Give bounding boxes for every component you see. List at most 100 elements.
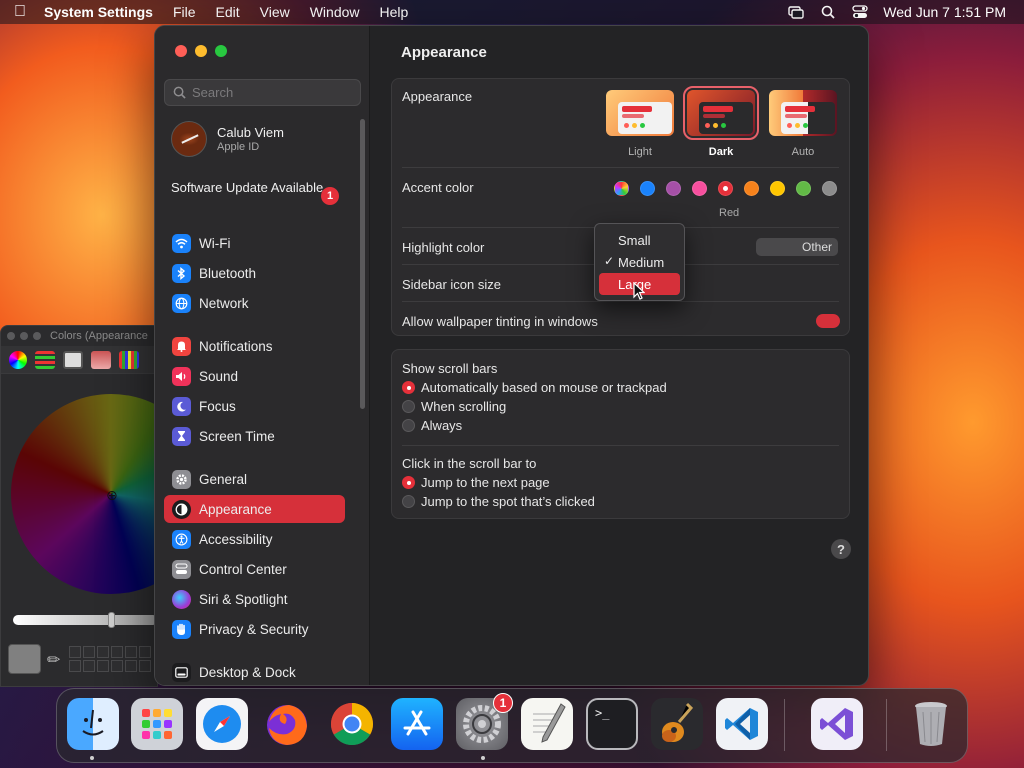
zoom-button[interactable] (33, 332, 41, 340)
minimize-button[interactable] (20, 332, 28, 340)
sidebar-item-screen-time[interactable]: Screen Time (164, 422, 345, 450)
visual-studio-icon[interactable] (811, 698, 863, 750)
theme-light[interactable]: Light (606, 90, 674, 158)
accent-pink-swatch[interactable] (692, 181, 707, 196)
radio-button[interactable] (402, 381, 415, 394)
page-title: Appearance (401, 44, 487, 61)
minimize-button[interactable] (195, 45, 207, 57)
sidebar-item-control-center[interactable]: Control Center (164, 555, 345, 583)
radio-scroll-automatic[interactable]: Automatically based on mouse or trackpad (402, 380, 667, 395)
radio-scroll-always[interactable]: Always (402, 418, 462, 433)
radio-jump-spot-clicked[interactable]: Jump to the spot that’s clicked (402, 494, 595, 509)
software-update-item[interactable]: Software Update Available (171, 180, 341, 196)
avatar (171, 121, 207, 157)
current-color-swatch[interactable] (8, 644, 41, 674)
close-button[interactable] (175, 45, 187, 57)
sidebar-item-wifi[interactable]: Wi-Fi (164, 229, 345, 257)
sidebar-item-sound[interactable]: Sound (164, 362, 345, 390)
sidebar-item-notifications[interactable]: Notifications (164, 332, 345, 360)
help-button[interactable]: ? (831, 539, 851, 559)
menu-window[interactable]: Window (300, 4, 370, 20)
sidebar-item-label: Accessibility (199, 531, 273, 547)
sidebar-item-focus[interactable]: Focus (164, 392, 345, 420)
accent-green-swatch[interactable] (796, 181, 811, 196)
wallpaper-tinting-toggle[interactable] (816, 314, 840, 328)
sidebar-item-label: Sound (199, 368, 239, 384)
garageband-icon[interactable] (651, 698, 703, 750)
app-store-icon[interactable] (391, 698, 443, 750)
search-input[interactable] (192, 85, 352, 100)
pencils-tab-icon[interactable] (119, 350, 139, 369)
brightness-slider[interactable] (13, 615, 158, 625)
apple-menu-icon[interactable]:  (0, 3, 40, 21)
spotlight-search-icon[interactable] (819, 5, 837, 19)
close-button[interactable] (7, 332, 15, 340)
vscode-icon[interactable] (716, 698, 768, 750)
settings-badge: 1 (493, 693, 513, 713)
menu-help[interactable]: Help (370, 4, 419, 20)
sidebar-item-label: Focus (199, 398, 236, 414)
sidebar-item-bluetooth[interactable]: Bluetooth (164, 259, 345, 287)
accent-purple-swatch[interactable] (666, 181, 681, 196)
theme-auto[interactable]: Auto (769, 90, 837, 158)
menu-option-small[interactable]: Small (599, 229, 680, 251)
safari-icon[interactable] (196, 698, 248, 750)
screen-mirroring-icon[interactable] (787, 5, 805, 19)
sidebar-item-siri-spotlight[interactable]: Siri & Spotlight (164, 585, 345, 613)
sidebar-item-label: Privacy & Security (199, 621, 309, 637)
chrome-icon[interactable] (326, 698, 378, 750)
brightness-slider-knob[interactable] (108, 612, 115, 628)
sidebar-item-network[interactable]: Network (164, 289, 345, 317)
siri-icon (172, 589, 191, 609)
accent-orange-swatch[interactable] (744, 181, 759, 196)
apple-id-account[interactable]: Calub Viem Apple ID (171, 121, 284, 157)
launchpad-icon[interactable] (131, 698, 183, 750)
radio-scroll-when-scrolling[interactable]: When scrolling (402, 399, 506, 414)
sidebar-scrollbar[interactable] (360, 119, 365, 409)
update-badge: 1 (321, 187, 339, 205)
radio-button[interactable] (402, 419, 415, 432)
sidebar-item-appearance[interactable]: Appearance (164, 495, 345, 523)
search-field[interactable] (164, 79, 361, 106)
color-swatch-grid[interactable] (69, 646, 151, 672)
sliders-tab-icon[interactable] (35, 350, 55, 369)
appearance-icon (172, 499, 191, 519)
image-palettes-tab-icon[interactable] (91, 350, 111, 369)
control-center-icon[interactable] (851, 5, 869, 19)
menu-edit[interactable]: Edit (206, 4, 250, 20)
menu-option-medium[interactable]: ✓ Medium (599, 251, 680, 273)
click-scroll-bar-label: Click in the scroll bar to (402, 456, 537, 471)
sidebar-item-general[interactable]: General (164, 465, 345, 493)
accent-yellow-swatch[interactable] (770, 181, 785, 196)
highlight-color-popup[interactable]: Other (756, 238, 838, 256)
radio-button[interactable] (402, 400, 415, 413)
radio-button[interactable] (402, 476, 415, 489)
color-wheel-tab-icon[interactable] (9, 350, 27, 369)
finder-icon[interactable] (67, 698, 119, 750)
firefox-icon[interactable] (261, 698, 313, 750)
radio-jump-next-page[interactable]: Jump to the next page (402, 475, 550, 490)
accent-multicolor-swatch[interactable] (614, 181, 629, 196)
theme-dark-preview (683, 86, 759, 140)
menu-app-name[interactable]: System Settings (40, 4, 163, 20)
palettes-tab-icon[interactable] (63, 350, 83, 369)
eyedropper-icon[interactable]: ✏ (47, 650, 60, 670)
theme-dark[interactable]: Dark (683, 86, 759, 158)
radio-button[interactable] (402, 495, 415, 508)
sidebar-item-privacy-security[interactable]: Privacy & Security (164, 615, 345, 643)
textedit-icon[interactable] (521, 698, 573, 750)
bluetooth-icon (172, 263, 191, 283)
sidebar-item-desktop-dock[interactable]: Desktop & Dock (164, 658, 345, 685)
menu-view[interactable]: View (250, 4, 300, 20)
accent-red-swatch[interactable] (718, 181, 733, 196)
sidebar-item-accessibility[interactable]: Accessibility (164, 525, 345, 553)
accent-blue-swatch[interactable] (640, 181, 655, 196)
terminal-icon[interactable]: >_ (586, 698, 638, 750)
divider (402, 445, 839, 446)
menu-clock[interactable]: Wed Jun 7 1:51 PM (883, 4, 1006, 20)
trash-icon[interactable] (905, 698, 957, 750)
accent-graphite-swatch[interactable] (822, 181, 837, 196)
zoom-button[interactable] (215, 45, 227, 57)
colors-panel: Colors (Appearance ⊕ ✏ (0, 325, 211, 687)
menu-file[interactable]: File (163, 4, 206, 20)
